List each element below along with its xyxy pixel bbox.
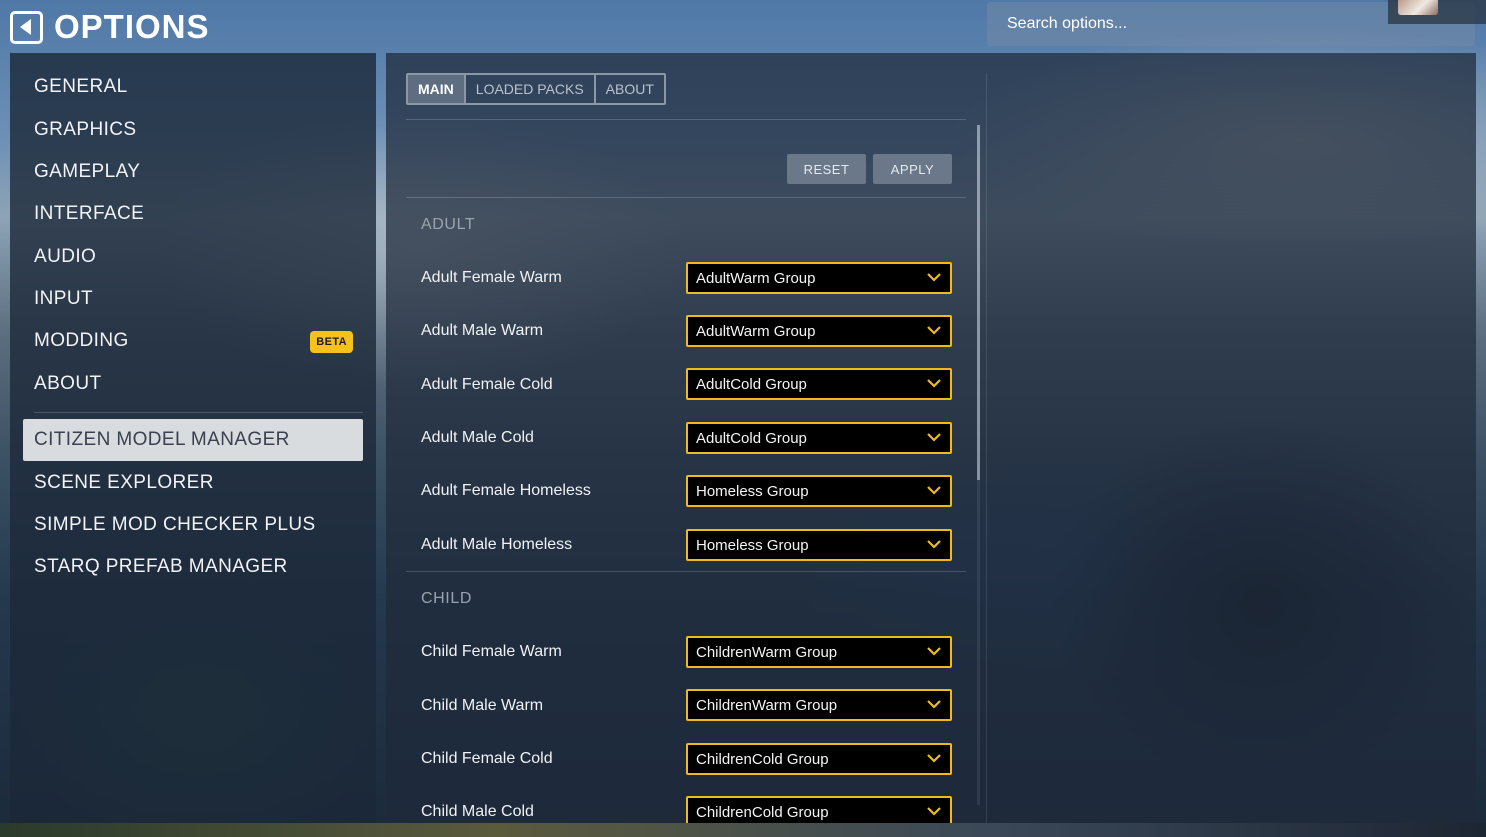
row-label: Child Male Cold (421, 803, 534, 820)
dropdown-adult-male-homeless[interactable]: Homeless Group (686, 529, 952, 561)
sidebar-item-input[interactable]: INPUT (23, 278, 363, 320)
dropdown-child-female-cold[interactable]: ChildrenCold Group (686, 743, 952, 775)
page-title: OPTIONS (54, 8, 210, 45)
dropdown-adult-male-cold[interactable]: AdultCold Group (686, 422, 952, 454)
section-title-child: CHILD (421, 590, 473, 607)
row-label: Child Female Warm (421, 643, 562, 660)
chevron-down-icon (927, 273, 941, 282)
sidebar-item-gameplay[interactable]: GAMEPLAY (23, 151, 363, 193)
sidebar-item-label: SIMPLE MOD CHECKER PLUS (34, 514, 316, 535)
dropdown-child-male-warm[interactable]: ChildrenWarm Group (686, 689, 952, 721)
panel-divider (986, 73, 987, 823)
row-label: Child Female Cold (421, 750, 553, 767)
chevron-down-icon (927, 807, 941, 816)
sidebar-item-label: GENERAL (34, 76, 128, 97)
dropdown-child-female-warm[interactable]: ChildrenWarm Group (686, 636, 952, 668)
dropdown-adult-female-cold[interactable]: AdultCold Group (686, 368, 952, 400)
header: OPTIONS (10, 8, 210, 46)
sidebar-item-citizen-model-manager[interactable]: CITIZEN MODEL MANAGER (23, 419, 363, 461)
row-label: Adult Female Homeless (421, 482, 591, 499)
sidebar-item-audio[interactable]: AUDIO (23, 236, 363, 278)
scrollbar-thumb[interactable] (977, 125, 980, 480)
sidebar-item-label: SCENE EXPLORER (34, 472, 214, 493)
dropdown-value: AdultWarm Group (696, 269, 816, 287)
sidebar-item-label: GAMEPLAY (34, 161, 141, 182)
main-panel: MAIN LOADED PACKS ABOUT RESET APPLY ADUL… (386, 53, 1476, 823)
profile-area[interactable] (1388, 0, 1486, 24)
section-divider (406, 197, 966, 198)
sidebar-divider (34, 412, 363, 413)
back-arrow-icon (20, 19, 31, 35)
sidebar-item-graphics[interactable]: GRAPHICS (23, 109, 363, 151)
beta-badge: BETA (310, 331, 353, 353)
dropdown-adult-female-warm[interactable]: AdultWarm Group (686, 262, 952, 294)
row-label: Adult Female Cold (421, 376, 553, 393)
sidebar-item-modding[interactable]: MODDING BETA (23, 320, 363, 362)
dropdown-value: ChildrenCold Group (696, 750, 829, 768)
sidebar-item-simple-mod-checker-plus[interactable]: SIMPLE MOD CHECKER PLUS (23, 504, 363, 546)
background-bottom (0, 823, 1486, 837)
chevron-down-icon (927, 379, 941, 388)
row-label: Child Male Warm (421, 697, 544, 714)
dropdown-adult-male-warm[interactable]: AdultWarm Group (686, 315, 952, 347)
sidebar-item-label: ABOUT (34, 373, 102, 394)
section-title-adult: ADULT (421, 216, 476, 233)
back-button[interactable] (10, 10, 43, 44)
sidebar-item-label: STARQ PREFAB MANAGER (34, 556, 288, 577)
chevron-down-icon (927, 433, 941, 442)
dropdown-child-male-cold[interactable]: ChildrenCold Group (686, 796, 952, 823)
tab-main[interactable]: MAIN (408, 75, 464, 103)
chevron-down-icon (927, 700, 941, 709)
sidebar-item-interface[interactable]: INTERFACE (23, 193, 363, 235)
dropdown-adult-female-homeless[interactable]: Homeless Group (686, 475, 952, 507)
tab-about[interactable]: ABOUT (593, 75, 664, 103)
dropdown-value: ChildrenWarm Group (696, 696, 838, 714)
dropdown-value: Homeless Group (696, 482, 809, 500)
chevron-down-icon (927, 326, 941, 335)
avatar (1398, 0, 1438, 15)
row-label: Adult Male Cold (421, 429, 534, 446)
sidebar-item-label: INTERFACE (34, 203, 145, 224)
tab-loaded-packs[interactable]: LOADED PACKS (463, 75, 594, 103)
sidebar-item-label: INPUT (34, 288, 93, 309)
reset-button[interactable]: RESET (787, 154, 866, 184)
section-divider (406, 571, 966, 572)
dropdown-value: ChildrenWarm Group (696, 643, 838, 661)
chevron-down-icon (927, 754, 941, 763)
chevron-down-icon (927, 647, 941, 656)
sidebar-item-starq-prefab-manager[interactable]: STARQ PREFAB MANAGER (23, 546, 363, 588)
sidebar-item-about[interactable]: ABOUT (23, 363, 363, 405)
tab-bar: MAIN LOADED PACKS ABOUT (406, 73, 666, 105)
sidebar-item-label: MODDING (34, 330, 129, 351)
tabs-divider (406, 119, 966, 120)
sidebar-item-label: AUDIO (34, 246, 97, 267)
dropdown-value: ChildrenCold Group (696, 803, 829, 821)
sidebar-item-general[interactable]: GENERAL (23, 66, 363, 108)
sidebar-item-label: GRAPHICS (34, 119, 137, 140)
row-label: Adult Male Warm (421, 322, 544, 339)
dropdown-value: AdultWarm Group (696, 322, 816, 340)
row-label: Adult Female Warm (421, 269, 562, 286)
dropdown-value: Homeless Group (696, 536, 809, 554)
sidebar: GENERAL GRAPHICS GAMEPLAY INTERFACE AUDI… (10, 53, 376, 823)
sidebar-item-scene-explorer[interactable]: SCENE EXPLORER (23, 462, 363, 504)
row-label: Adult Male Homeless (421, 536, 573, 553)
dropdown-value: AdultCold Group (696, 375, 807, 393)
chevron-down-icon (927, 486, 941, 495)
chevron-down-icon (927, 540, 941, 549)
apply-button[interactable]: APPLY (873, 154, 952, 184)
dropdown-value: AdultCold Group (696, 429, 807, 447)
sidebar-item-label: CITIZEN MODEL MANAGER (34, 429, 290, 450)
